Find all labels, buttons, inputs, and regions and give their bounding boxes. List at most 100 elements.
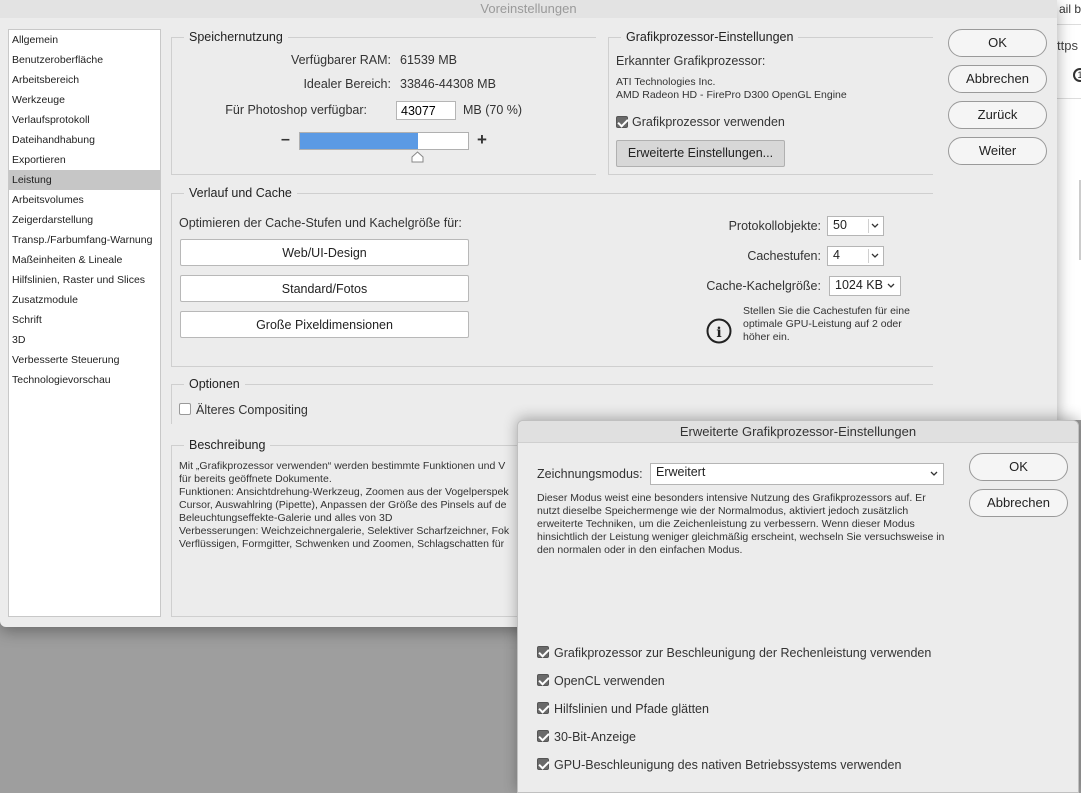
chevron-down-icon [885, 279, 897, 293]
description-line: Mit „Grafikprozessor verwenden“ werden b… [179, 460, 506, 472]
advanced-gpu-dialog: Erweiterte Grafikprozessor-Einstellungen… [517, 420, 1079, 793]
sidebar-item-allgemein[interactable]: Allgemein [9, 30, 160, 50]
description-line: Cursor, Auswahlring (Pipette), Anpassen … [179, 499, 507, 511]
description-line: Beleuchtungseffekte-Galerie und alles vo… [179, 512, 393, 524]
sidebar-item-exportieren[interactable]: Exportieren [9, 150, 160, 170]
detected-gpu-label: Erkannter Grafikprozessor: [616, 54, 766, 68]
ideal-range-value: 33846-44308 MB [400, 77, 496, 91]
sidebar-item-technologievorschau[interactable]: Technologievorschau [9, 370, 160, 390]
cache-levels-select[interactable]: 4 [827, 246, 884, 266]
sidebar-item-benutzeroberflaeche[interactable]: Benutzeroberfläche [9, 50, 160, 70]
drawing-mode-select[interactable]: Erweitert [650, 463, 944, 485]
antialias-guides-label: Hilfslinien und Pfade glätten [554, 702, 709, 716]
description-line: Funktionen: Ansichtdrehung-Werkzeug, Zoo… [179, 486, 509, 498]
sidebar-item-schrift[interactable]: Schrift [9, 310, 160, 330]
standard-photos-button[interactable]: Standard/Fotos [180, 275, 469, 302]
description-text: Mit „Grafikprozessor verwenden“ werden b… [179, 460, 519, 551]
native-gpu-acceleration-checkbox[interactable] [537, 758, 549, 770]
divider [1057, 24, 1081, 25]
cache-optimize-label: Optimieren der Cache-Stufen und Kachelgr… [179, 216, 462, 230]
web-ui-design-button[interactable]: Web/UI-Design [180, 239, 469, 266]
back-button[interactable]: Zurück [948, 101, 1047, 129]
sidebar-item-dateihandhabung[interactable]: Dateihandhabung [9, 130, 160, 150]
ideal-range-label: Idealer Bereich: [303, 77, 391, 91]
legacy-compositing-checkbox[interactable] [179, 403, 191, 415]
antialias-guides-checkbox[interactable] [537, 702, 549, 714]
chevron-down-icon [928, 467, 940, 481]
slider-thumb-icon[interactable] [411, 151, 424, 163]
memory-decrease-button[interactable]: – [281, 131, 290, 149]
advanced-ok-button[interactable]: OK [969, 453, 1068, 481]
sidebar: Allgemein Benutzeroberfläche Arbeitsbere… [8, 29, 161, 617]
drawing-mode-value: Erweitert [656, 465, 706, 479]
ram-value: 61539 MB [400, 53, 457, 67]
30bit-display-label: 30-Bit-Anzeige [554, 730, 636, 744]
history-states-select[interactable]: 50 [827, 216, 884, 236]
use-gpu-checkbox[interactable] [616, 116, 628, 128]
legacy-compositing-label: Älteres Compositing [196, 403, 308, 417]
history-states-value: 50 [833, 218, 847, 232]
description-group-title: Beschreibung [184, 438, 271, 452]
advanced-settings-button[interactable]: Erweiterte Einstellungen... [616, 140, 785, 167]
cache-levels-value: 4 [833, 248, 840, 262]
description-line: Verbesserungen: Weichzeichnergalerie, Se… [179, 525, 510, 537]
next-button[interactable]: Weiter [948, 137, 1047, 165]
photoshop-memory-input[interactable] [396, 101, 456, 120]
ok-button[interactable]: OK [948, 29, 1047, 57]
cache-group-title: Verlauf und Cache [184, 186, 297, 200]
sidebar-item-farbumfang-warnung[interactable]: Transp./Farbumfang-Warnung [9, 230, 160, 250]
sidebar-item-zusatzmodule[interactable]: Zusatzmodule [9, 290, 160, 310]
info-icon: i [706, 318, 732, 344]
cache-tile-size-value: 1024 KB [835, 278, 883, 292]
cache-info-text: Stellen Sie die Cachestufen für eine opt… [743, 305, 910, 343]
info-icon-glyph: i [716, 325, 721, 341]
sidebar-item-masseinheiten[interactable]: Maßeinheiten & Lineale [9, 250, 160, 270]
gpu-renderer: AMD Radeon HD - FirePro D300 OpenGL Engi… [616, 89, 847, 101]
options-group-title: Optionen [184, 377, 245, 391]
cache-tile-size-select[interactable]: 1024 KB [829, 276, 901, 296]
native-gpu-acceleration-label: GPU-Beschleunigung des nativen Betriebss… [554, 758, 902, 772]
sidebar-item-verlaufsprotokoll[interactable]: Verlaufsprotokoll [9, 110, 160, 130]
drawing-mode-label: Zeichnungsmodus: [537, 467, 643, 481]
cancel-button[interactable]: Abbrechen [948, 65, 1047, 93]
gpu-compute-checkbox[interactable] [537, 646, 549, 658]
history-states-label: Protokollobjekte: [728, 219, 821, 233]
sidebar-item-arbeitsvolumes[interactable]: Arbeitsvolumes [9, 190, 160, 210]
chevron-down-icon [868, 249, 880, 263]
memory-increase-button[interactable]: + [477, 130, 487, 150]
opencl-label: OpenCL verwenden [554, 674, 665, 688]
sidebar-item-3d[interactable]: 3D [9, 330, 160, 350]
cache-tile-size-label: Cache-Kachelgröße: [706, 279, 821, 293]
sidebar-item-verbesserte-steuerung[interactable]: Verbesserte Steuerung [9, 350, 160, 370]
divider [1057, 98, 1081, 99]
opencl-checkbox[interactable] [537, 674, 549, 686]
gpu-group-title: Grafikprozessor-Einstellungen [621, 30, 799, 44]
description-line: für bereits geöffnete Dokumente. [179, 473, 332, 485]
ram-label: Verfügbarer RAM: [290, 53, 391, 67]
background-badge-icon: 1 [1073, 68, 1081, 82]
memory-percent-label: MB (70 %) [463, 103, 523, 117]
advanced-cancel-button[interactable]: Abbrechen [969, 489, 1068, 517]
use-gpu-label: Grafikprozessor verwenden [632, 115, 785, 129]
memory-slider[interactable] [299, 132, 469, 150]
background-app-window: ail be ttps 1 [1056, 0, 1081, 420]
gpu-vendor: ATI Technologies Inc. [616, 76, 716, 88]
sidebar-item-zeigerdarstellung[interactable]: Zeigerdarstellung [9, 210, 160, 230]
sidebar-item-arbeitsbereich[interactable]: Arbeitsbereich [9, 70, 160, 90]
description-line: Verflüssigen, Formgitter, Schwenken und … [179, 538, 505, 550]
window-title: Voreinstellungen [0, 0, 1057, 18]
drawing-mode-description: Dieser Modus weist eine besonders intens… [537, 492, 945, 556]
cache-levels-label: Cachestufen: [747, 249, 821, 263]
advanced-dialog-title: Erweiterte Grafikprozessor-Einstellungen [518, 421, 1078, 443]
memory-slider-fill [300, 133, 418, 149]
gpu-compute-label: Grafikprozessor zur Beschleunigung der R… [554, 646, 932, 660]
large-pixel-dimensions-button[interactable]: Große Pixeldimensionen [180, 311, 469, 338]
sidebar-item-hilfslinien[interactable]: Hilfslinien, Raster und Slices [9, 270, 160, 290]
photoshop-available-label: Für Photoshop verfügbar: [225, 103, 367, 117]
memory-group-title: Speichernutzung [184, 30, 288, 44]
30bit-display-checkbox[interactable] [537, 730, 549, 742]
background-url-text: ttps [1057, 38, 1078, 53]
chevron-down-icon [868, 219, 880, 233]
sidebar-item-leistung[interactable]: Leistung [9, 170, 160, 190]
sidebar-item-werkzeuge[interactable]: Werkzeuge [9, 90, 160, 110]
